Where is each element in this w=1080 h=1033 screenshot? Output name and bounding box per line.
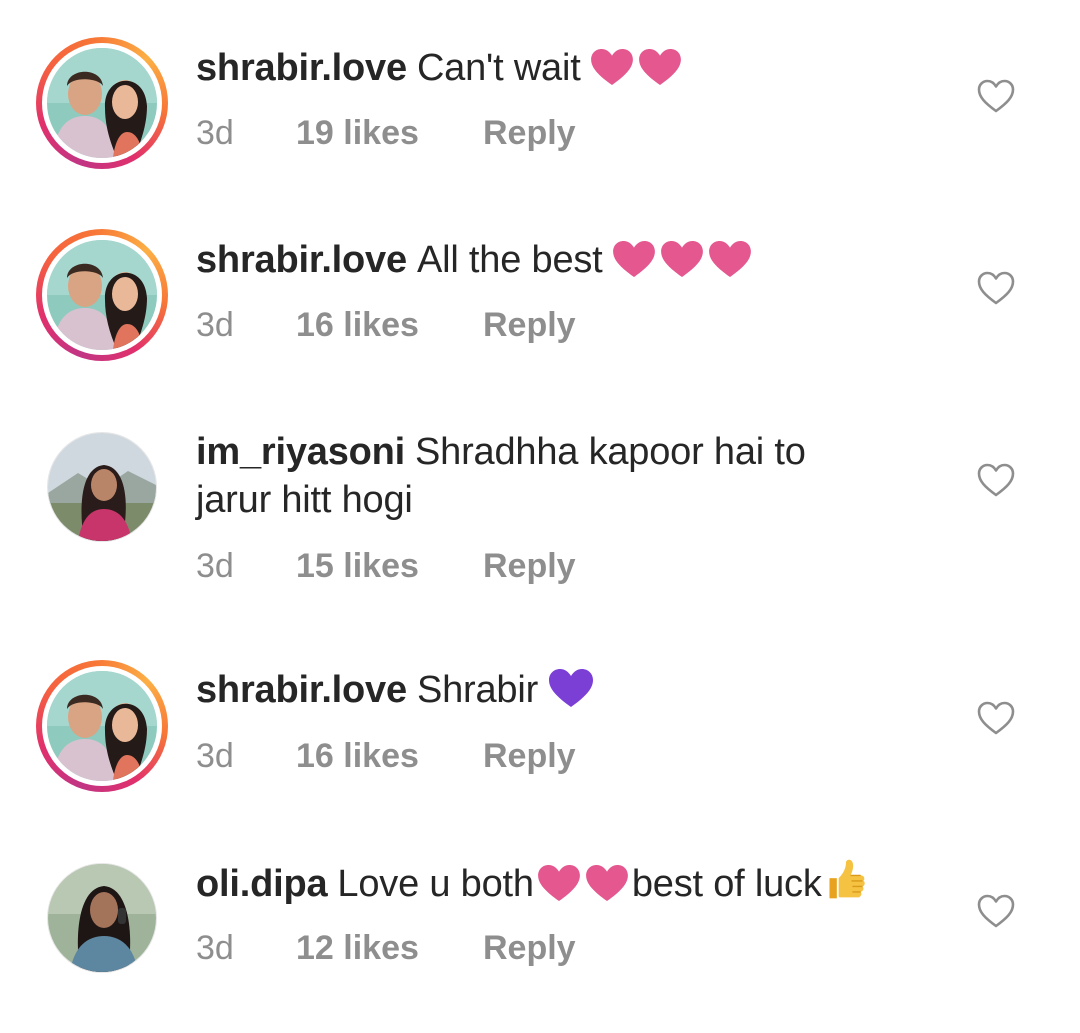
comment-username[interactable]: shrabir.love	[196, 669, 407, 711]
comment-username[interactable]: shrabir.love	[196, 47, 407, 89]
comment-meta: 3d 19 likes Reply	[196, 113, 576, 153]
reply-button[interactable]: Reply	[483, 736, 576, 776]
comment-username[interactable]: shrabir.love	[196, 239, 407, 281]
comment-meta: 3d 15 likes Reply	[196, 546, 576, 586]
reply-button[interactable]: Reply	[483, 928, 576, 968]
like-heart-icon[interactable]	[976, 270, 1016, 306]
comment-text: oli.dipa Love u both best of luck	[196, 858, 936, 914]
comment-text: im_riyasoni Shradhha kapoor hai to jarur …	[196, 428, 876, 524]
like-heart-icon[interactable]	[976, 700, 1016, 736]
comment-meta: 3d 16 likes Reply	[196, 305, 576, 345]
avatar[interactable]	[36, 229, 168, 361]
heart-emoji	[589, 48, 685, 98]
reply-button[interactable]: Reply	[483, 546, 576, 586]
comment-text: shrabir.love All the best	[196, 236, 936, 290]
comment-time: 3d	[196, 114, 234, 152]
comment-time: 3d	[196, 306, 234, 344]
comment-body-continued: best of luck	[631, 863, 822, 905]
avatar[interactable]	[48, 433, 156, 541]
like-heart-icon[interactable]	[976, 78, 1016, 114]
comment-likes[interactable]: 19 likes	[296, 113, 483, 153]
avatar[interactable]	[36, 37, 168, 169]
comment-body: All the best	[416, 239, 603, 281]
comment-likes[interactable]: 16 likes	[296, 736, 483, 776]
heart-emoji	[536, 864, 632, 914]
reply-button[interactable]: Reply	[483, 113, 576, 153]
comment-body: Can't wait	[416, 47, 581, 89]
purple-heart-emoji	[546, 668, 598, 720]
comment-likes[interactable]: 15 likes	[296, 546, 483, 586]
comment-time: 3d	[196, 547, 234, 585]
comment-time: 3d	[196, 929, 234, 967]
comment-meta: 3d 12 likes Reply	[196, 928, 576, 968]
comment-meta: 3d 16 likes Reply	[196, 736, 576, 776]
comment-time: 3d	[196, 737, 234, 775]
comment-likes[interactable]: 16 likes	[296, 305, 483, 345]
like-heart-icon[interactable]	[976, 462, 1016, 498]
thumbs-up-emoji	[824, 858, 870, 914]
heart-emoji	[611, 240, 755, 290]
comment-likes[interactable]: 12 likes	[296, 928, 483, 968]
comment-username[interactable]: im_riyasoni	[196, 431, 405, 473]
like-heart-icon[interactable]	[976, 893, 1016, 929]
avatar[interactable]	[48, 864, 156, 972]
reply-button[interactable]: Reply	[483, 305, 576, 345]
avatar[interactable]	[36, 660, 168, 792]
comment-username[interactable]: oli.dipa	[196, 863, 328, 905]
comment-text: shrabir.love Shrabir	[196, 666, 936, 720]
comment-body: Shrabir	[416, 669, 539, 711]
comment-body: Love u both	[337, 863, 534, 905]
comment-text: shrabir.love Can't wait	[196, 44, 936, 98]
